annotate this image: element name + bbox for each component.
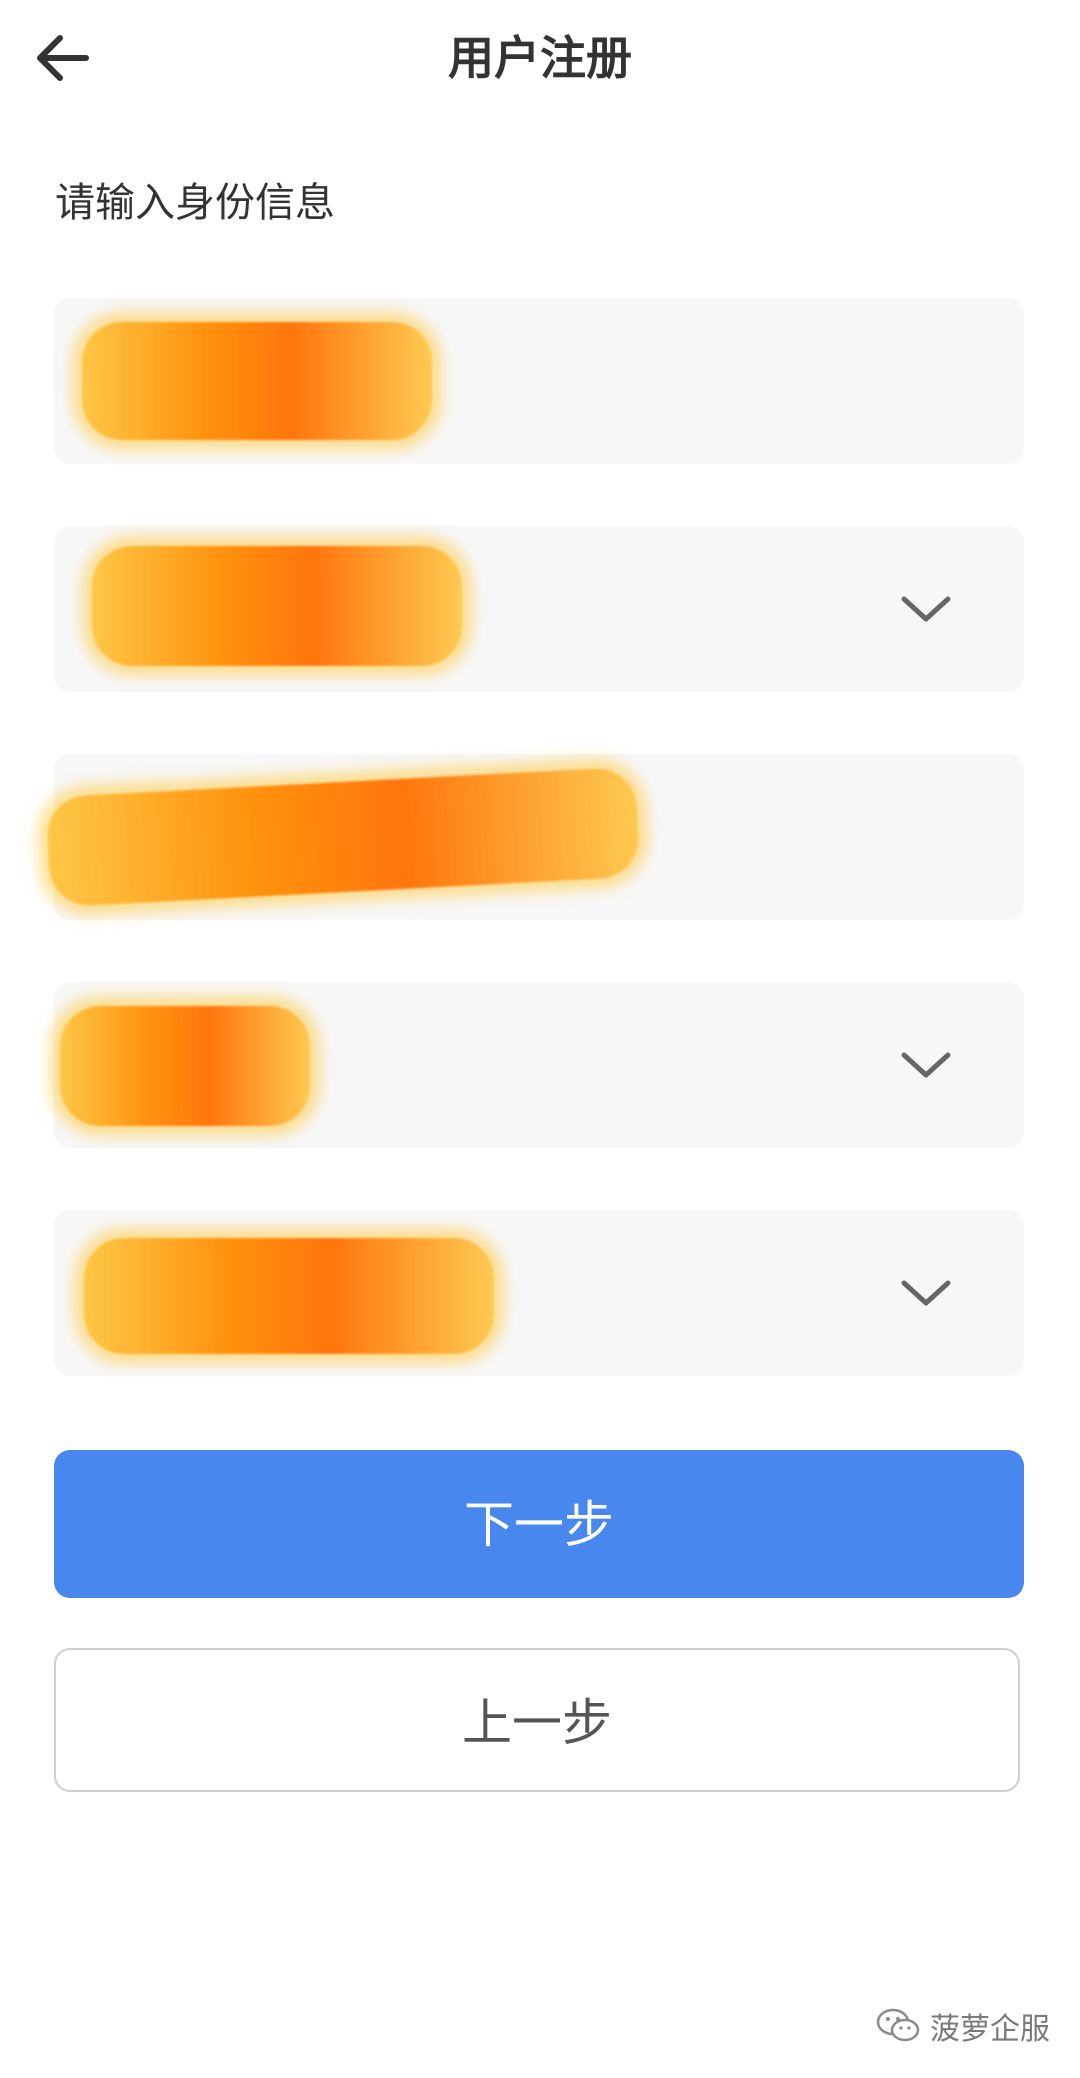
redaction-mark	[92, 546, 462, 666]
watermark-text: 菠萝企服	[930, 2012, 1050, 2047]
redaction-mark	[84, 1238, 494, 1354]
header-bar: 用户注册	[0, 0, 1080, 118]
redaction-mark	[82, 322, 432, 440]
watermark: 菠萝企服	[876, 2004, 1050, 2048]
chevron-down-icon	[901, 1052, 951, 1078]
identity-select-2[interactable]	[54, 526, 1024, 692]
wechat-icon	[876, 2008, 920, 2042]
page-title: 用户注册	[448, 31, 632, 85]
identity-select-5[interactable]	[54, 1210, 1024, 1376]
redaction-mark	[60, 1006, 310, 1126]
identity-field-1[interactable]	[54, 298, 1024, 464]
redaction-mark	[45, 766, 641, 908]
previous-step-button[interactable]: 上一步	[54, 1648, 1020, 1792]
next-step-button[interactable]: 下一步	[54, 1450, 1024, 1598]
chevron-down-icon	[901, 596, 951, 622]
identity-field-3[interactable]	[45, 754, 1024, 920]
section-label: 请输入身份信息	[55, 180, 335, 226]
chevron-down-icon	[901, 1280, 951, 1306]
identity-select-4[interactable]	[54, 982, 1024, 1148]
